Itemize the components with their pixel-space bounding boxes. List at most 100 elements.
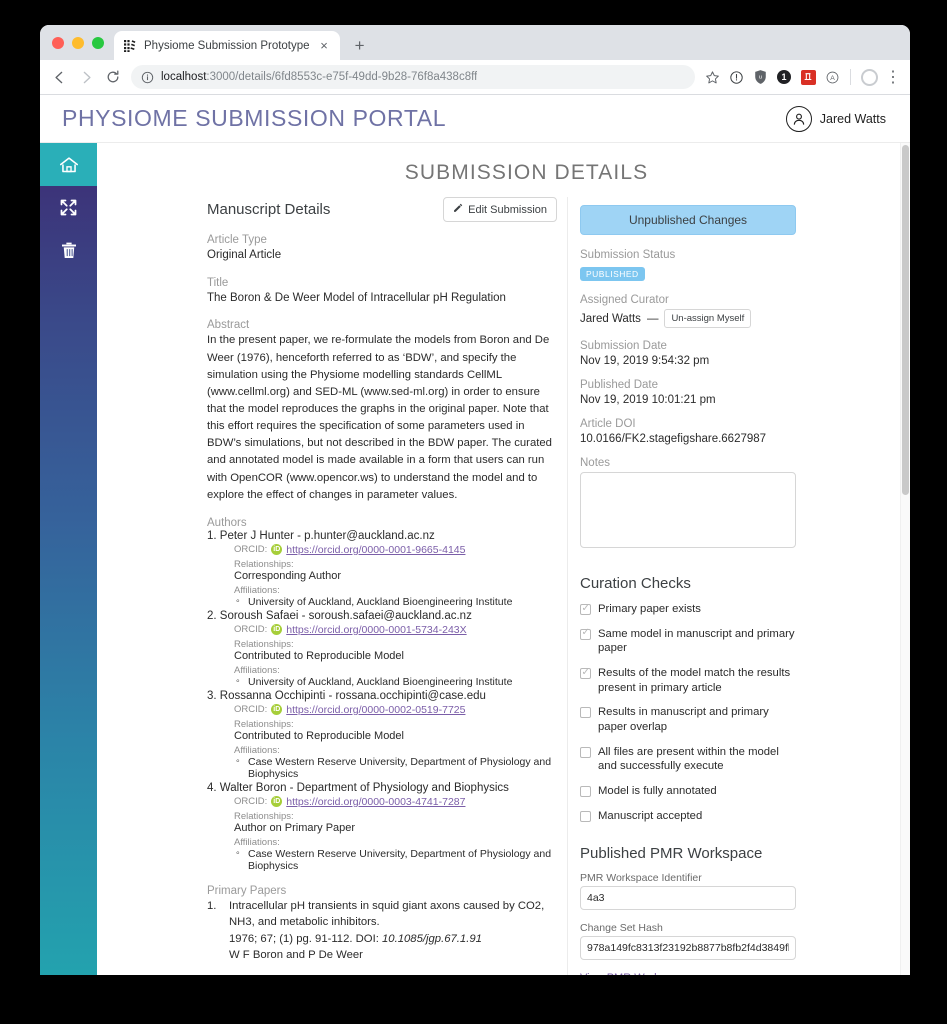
curation-check-label: Results in manuscript and primary paper … [598,706,769,734]
sidebar-item-expand[interactable] [40,186,97,229]
change-set-hash-input[interactable] [580,936,796,961]
paper-detail: 1976; 67; (1) pg. 91-112. DOI: [229,932,383,945]
checkbox[interactable] [580,810,591,822]
affiliation-value: Case Western Reserve University, Departm… [234,755,557,780]
physiome-favicon [123,39,137,53]
relationship-value: Corresponding Author [234,569,342,582]
close-window-button[interactable] [52,37,64,49]
page-scrollbar[interactable] [900,143,910,975]
author-name-email: 3. Rossanna Occhipinti - rossana.occhipi… [207,689,486,702]
curation-check-item[interactable]: Model is fully annotated [580,784,796,799]
maximize-window-button[interactable] [92,37,104,49]
browser-menu-icon[interactable]: ⋮ [882,66,904,88]
curation-check-item[interactable]: All files are present within the model a… [580,745,796,774]
panes: Manuscript Details Edit Submission Artic… [97,197,900,975]
authors-list: 1. Peter J Hunter - p.hunter@auckland.ac… [207,530,557,872]
address-bar[interactable]: localhost:3000/details/6fd8553c-e75f-49d… [131,65,695,89]
sidebar-item-trash[interactable] [40,229,97,272]
new-tab-button[interactable]: + [346,31,374,59]
pmr-identifier-input[interactable] [580,886,796,911]
change-set-hash-field: Change Set Hash [580,922,796,961]
pencil-icon [453,203,463,216]
primary-papers-label: Primary Papers [207,884,287,897]
submission-date-value: Nov 19, 2019 9:54:32 pm [580,355,710,367]
view-pmr-workspace-link[interactable]: View PMR Workspace [580,972,796,975]
shield-icon[interactable]: u [749,66,771,88]
accessibility-circle-icon[interactable]: A [821,66,843,88]
curator-dash: — [646,312,659,325]
unpublished-changes-button[interactable]: Unpublished Changes [580,205,796,235]
extension-badge-icon[interactable]: 1 [773,66,795,88]
page-info-icon [141,71,154,83]
title-label: Title [207,276,229,289]
url-text: localhost:3000/details/6fd8553c-e75f-49d… [161,71,477,83]
primary-papers-list: 1. Intracellular pH transients in squid g… [207,898,557,964]
sidebar-item-home[interactable] [40,143,97,186]
exclamation-circle-icon[interactable] [725,66,747,88]
back-button[interactable] [46,64,72,90]
bookmark-star-icon[interactable] [701,66,723,88]
url-path: :3000/details/6fd8553c-e75f-49dd-9b28-76… [206,71,478,83]
curation-check-item[interactable]: Results in manuscript and primary paper … [580,705,796,734]
svg-text:u: u [758,75,761,81]
url-host: localhost [161,71,207,83]
unassign-myself-button[interactable]: Un-assign Myself [664,309,752,328]
orcid-id-icon: iD [271,544,283,556]
profile-avatar-icon[interactable] [858,66,880,88]
minimize-window-button[interactable] [72,37,84,49]
abstract-label: Abstract [207,319,250,332]
reload-button[interactable] [100,64,126,90]
orcid-row: ORCID: iD https://orcid.org/0000-0001-5734… [234,624,557,636]
screen: Physiome Submission Prototype × + localh… [0,0,947,1024]
user-menu[interactable]: Jared Watts [785,105,886,132]
checkbox[interactable] [580,746,591,758]
toolbar-icons: u 1 A ⋮ [701,66,904,88]
assigned-curator-field: Assigned Curator Jared Watts — Un-assign… [580,294,796,328]
authors-field: Authors 1. Peter J Hunter - p.hunter@auc… [207,517,557,872]
orcid-link[interactable]: https://orcid.org/0000-0003-4741-7287 [286,796,465,808]
pmr-identifier-label: PMR Workspace Identifier [580,872,702,885]
forward-button[interactable] [73,64,99,90]
avatar [785,105,812,132]
browser-tab[interactable]: Physiome Submission Prototype × [114,31,340,60]
home-icon [58,154,80,176]
curation-check-item[interactable]: Manuscript accepted [580,809,796,824]
close-tab-icon[interactable]: × [317,38,332,53]
orcid-link[interactable]: https://orcid.org/0000-0001-9665-4145 [286,544,465,556]
red-extension-icon[interactable] [797,66,819,88]
browser-toolbar: localhost:3000/details/6fd8553c-e75f-49d… [40,60,910,95]
checkbox[interactable] [580,627,591,640]
affiliations-label: Affiliations: [234,584,280,596]
primary-papers-field: Primary Papers 1. Intracellular pH transi… [207,885,557,964]
notes-field: Notes [580,457,796,553]
orcid-row: ORCID: iD https://orcid.org/0000-0003-4741… [234,796,557,808]
curation-check-item[interactable]: Results of the model match the results p… [580,666,796,695]
checkbox[interactable] [580,667,591,680]
browser-window: Physiome Submission Prototype × + localh… [40,25,910,975]
orcid-link[interactable]: https://orcid.org/0000-0002-0519-7725 [286,704,465,716]
submission-date-field: Submission Date Nov 19, 2019 9:54:32 pm [580,340,796,367]
relationships-label: Relationships: [234,638,294,650]
primary-paper-entry: 1. Intracellular pH transients in squid g… [207,898,557,964]
content-area: SUBMISSION DETAILS Manuscript Details Ed… [97,143,910,975]
published-date-field: Published Date Nov 19, 2019 10:01:21 pm [580,379,796,406]
checkbox[interactable] [580,603,591,615]
scrollbar-thumb[interactable] [902,145,909,495]
abstract-value: In the present paper, we re-formulate th… [207,334,552,501]
checkbox[interactable] [580,786,591,798]
paper-doi: 10.1085/jgp.67.1.91 [382,932,482,945]
checkbox[interactable] [580,707,591,719]
edit-submission-button[interactable]: Edit Submission [443,197,557,222]
notes-input[interactable] [580,472,796,548]
relationships-label: Relationships: [234,718,294,730]
pmr-workspace-title: Published PMR Workspace [580,845,763,863]
curation-check-label: All files are present within the model a… [598,745,779,773]
author-entry: 2. Soroush Safaei - soroush.safaei@auckl… [207,610,557,688]
orcid-link[interactable]: https://orcid.org/0000-0001-5734-243X [286,624,466,636]
left-sidebar [40,143,97,975]
orcid-id-icon: iD [271,624,283,636]
abstract-field: Abstract In the present paper, we re-for… [207,319,557,504]
curation-check-item[interactable]: Same model in manuscript and primary pap… [580,627,796,656]
curation-check-item[interactable]: Primary paper exists [580,602,796,617]
title-field: Title The Boron & De Weer Model of Intra… [207,277,557,307]
